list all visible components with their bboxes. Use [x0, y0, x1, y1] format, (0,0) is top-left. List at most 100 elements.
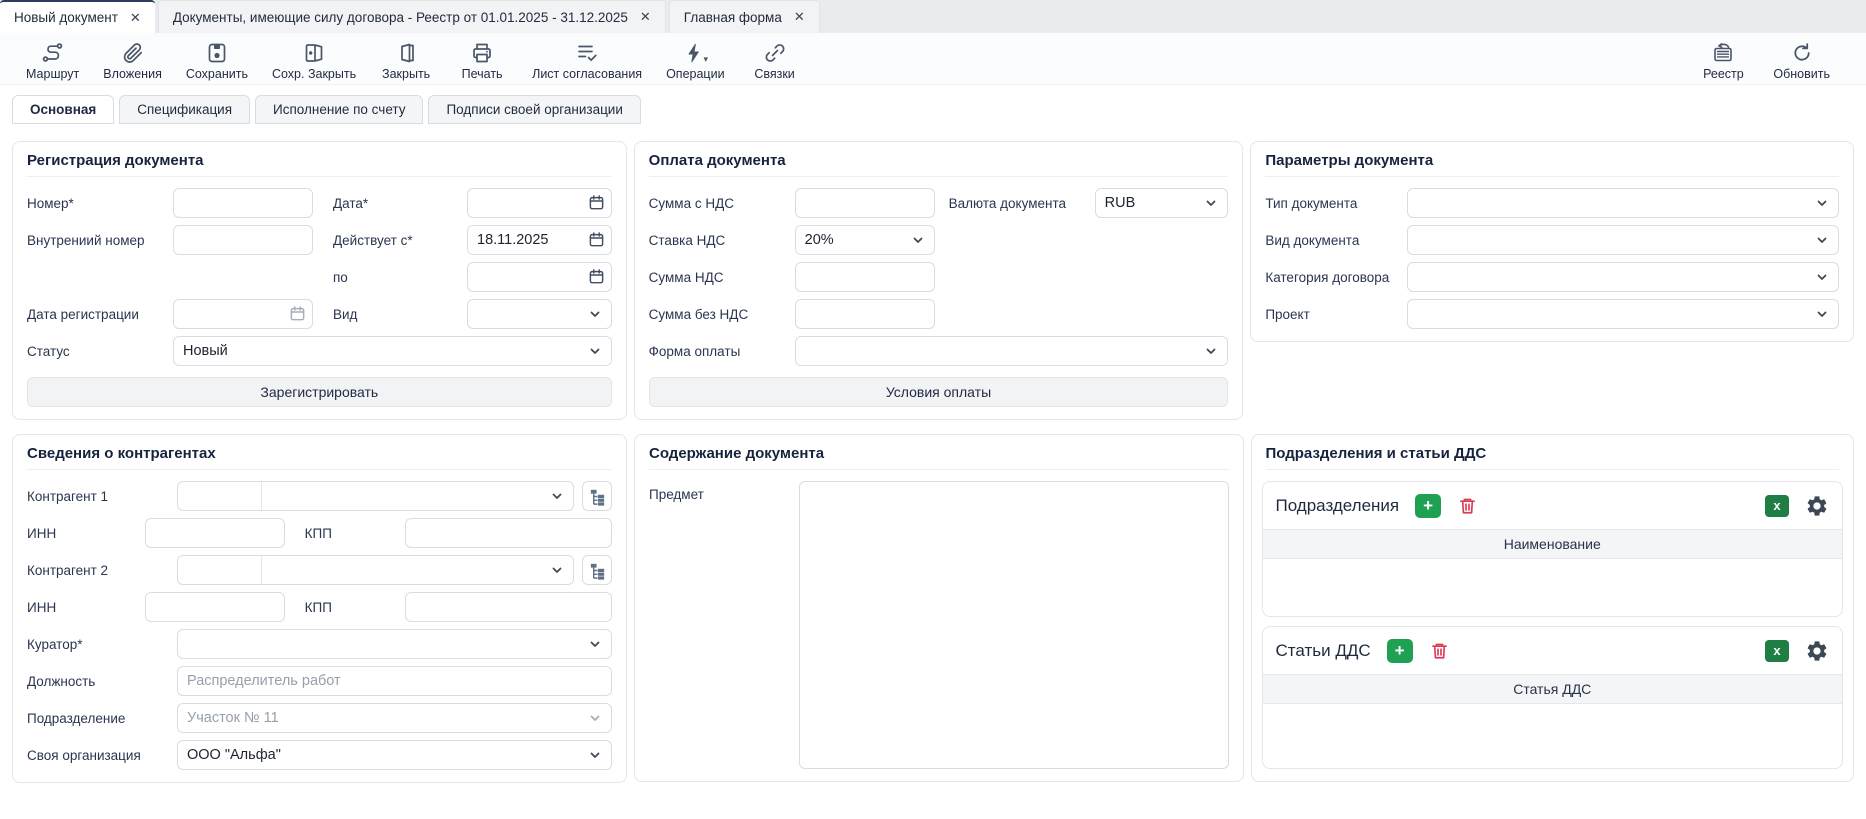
grid-settings-button[interactable] — [1805, 494, 1829, 518]
link-icon — [763, 39, 787, 65]
close-icon[interactable]: ✕ — [794, 9, 805, 25]
position-input[interactable] — [177, 666, 612, 696]
toolbar-label: Операции — [666, 67, 724, 81]
select-value: ООО "Альфа" — [187, 747, 281, 763]
inn1-input[interactable] — [145, 518, 285, 548]
add-row-button[interactable]: + — [1387, 639, 1413, 663]
counterparty2-combobox[interactable] — [177, 555, 574, 585]
curator-select[interactable] — [177, 629, 612, 659]
doc-kind-select[interactable] — [1407, 225, 1839, 255]
subject-label: Предмет — [649, 487, 799, 502]
currency-select[interactable]: RUB — [1095, 188, 1229, 218]
date-field[interactable] — [467, 188, 612, 218]
status-select[interactable]: Новый — [173, 336, 612, 366]
toolbar-button-save[interactable]: Сохранить — [186, 39, 248, 81]
toolbar-button-close[interactable]: Закрыть — [380, 39, 432, 81]
chevron-down-icon[interactable] — [550, 489, 564, 503]
chevron-down-icon — [1815, 233, 1829, 247]
toolbar-button-approval-sheet[interactable]: Лист согласования — [532, 39, 642, 81]
export-excel-button[interactable]: x — [1765, 640, 1789, 662]
tab-main-form[interactable]: Главная форма ✕ — [669, 0, 820, 33]
grid-empty-area[interactable] — [1263, 704, 1843, 768]
plus-icon: + — [1423, 497, 1433, 514]
number-label: Номер* — [27, 196, 173, 211]
toolbar-label: Лист согласования — [532, 67, 642, 81]
valid-to-field[interactable] — [467, 262, 612, 292]
registry-icon — [1711, 39, 1735, 65]
toolbar-button-operations[interactable]: ▾ Операции — [666, 39, 724, 81]
payment-form-select[interactable] — [795, 336, 1229, 366]
kpp2-label: КПП — [305, 600, 405, 615]
parameters-panel: Параметры документа Тип документа Вид до… — [1250, 141, 1854, 342]
amount-without-vat-input[interactable] — [795, 299, 935, 329]
combo-code-segment[interactable] — [178, 556, 262, 584]
gear-icon — [1805, 639, 1829, 663]
kind-label: Вид — [333, 307, 467, 322]
toolbar-label: Маршрут — [26, 67, 79, 81]
toolbar-button-attachments[interactable]: Вложения — [103, 39, 162, 81]
column-header[interactable]: Статья ДДС — [1263, 674, 1843, 704]
toolbar-button-save-close[interactable]: Сохр. Закрыть — [272, 39, 356, 81]
doc-type-select[interactable] — [1407, 188, 1839, 218]
delete-row-button[interactable] — [1429, 640, 1450, 662]
kpp1-input[interactable] — [405, 518, 612, 548]
department-select[interactable]: Участок № 11 — [177, 703, 612, 733]
tree-icon — [588, 487, 607, 506]
grid-settings-button[interactable] — [1805, 639, 1829, 663]
calendar-icon[interactable] — [588, 231, 605, 253]
tab-own-org-signatures[interactable]: Подписи своей организации — [428, 95, 640, 124]
add-row-button[interactable]: + — [1415, 494, 1441, 518]
kind-select[interactable] — [467, 299, 612, 329]
project-select[interactable] — [1407, 299, 1839, 329]
project-label: Проект — [1265, 307, 1407, 322]
contract-category-label: Категория договора — [1265, 270, 1407, 285]
reg-date-field[interactable] — [173, 299, 313, 329]
save-icon — [205, 39, 229, 65]
tab-documents-registry[interactable]: Документы, имеющие силу договора - Реест… — [158, 0, 666, 33]
toolbar-button-route[interactable]: Маршрут — [26, 39, 79, 81]
calendar-icon[interactable] — [289, 305, 306, 327]
calendar-icon[interactable] — [588, 268, 605, 290]
contract-category-select[interactable] — [1407, 262, 1839, 292]
tab-new-document[interactable]: Новый документ ✕ — [0, 0, 155, 33]
payment-panel: Оплата документа Сумма с НДС Валюта доку… — [634, 141, 1244, 420]
combo-code-segment[interactable] — [178, 482, 262, 510]
grid-empty-area[interactable] — [1263, 559, 1843, 616]
divisions-grid: Подразделения + x Наименов — [1262, 481, 1844, 617]
delete-row-button[interactable] — [1457, 495, 1478, 517]
chevron-down-icon[interactable] — [550, 563, 564, 577]
excel-icon: x — [1773, 499, 1780, 512]
counterparty2-tree-button[interactable] — [582, 555, 612, 585]
counterparty1-tree-button[interactable] — [582, 481, 612, 511]
excel-icon: x — [1773, 644, 1780, 657]
toolbar-label: Печать — [462, 67, 503, 81]
counterparty1-combobox[interactable] — [177, 481, 574, 511]
close-icon[interactable]: ✕ — [130, 10, 141, 26]
own-org-select[interactable]: ООО "Альфа" — [177, 740, 612, 770]
door-icon — [394, 39, 418, 65]
kpp2-input[interactable] — [405, 592, 612, 622]
tab-specification[interactable]: Спецификация — [119, 95, 250, 124]
valid-from-field[interactable] — [467, 225, 612, 255]
amount-with-vat-input[interactable] — [795, 188, 935, 218]
toolbar-button-refresh[interactable]: Обновить — [1773, 39, 1830, 81]
close-icon[interactable]: ✕ — [640, 9, 651, 25]
toolbar-button-print[interactable]: Печать — [456, 39, 508, 81]
internal-number-input[interactable] — [173, 225, 313, 255]
toolbar-button-registry[interactable]: Реестр — [1697, 39, 1749, 81]
tab-invoice-execution[interactable]: Исполнение по счету — [255, 95, 423, 124]
payment-terms-button[interactable]: Условия оплаты — [649, 377, 1229, 407]
calendar-icon[interactable] — [588, 194, 605, 216]
number-input[interactable] — [173, 188, 313, 218]
inn2-input[interactable] — [145, 592, 285, 622]
vat-rate-select[interactable]: 20% — [795, 225, 935, 255]
toolbar-button-links[interactable]: Связки — [749, 39, 801, 81]
route-icon — [41, 39, 65, 65]
tab-label: Главная форма — [684, 10, 782, 25]
subject-textarea[interactable] — [799, 481, 1229, 769]
tab-main[interactable]: Основная — [12, 95, 114, 124]
column-header[interactable]: Наименование — [1263, 529, 1843, 559]
vat-amount-input[interactable] — [795, 262, 935, 292]
register-button[interactable]: Зарегистрировать — [27, 377, 612, 407]
export-excel-button[interactable]: x — [1765, 495, 1789, 517]
